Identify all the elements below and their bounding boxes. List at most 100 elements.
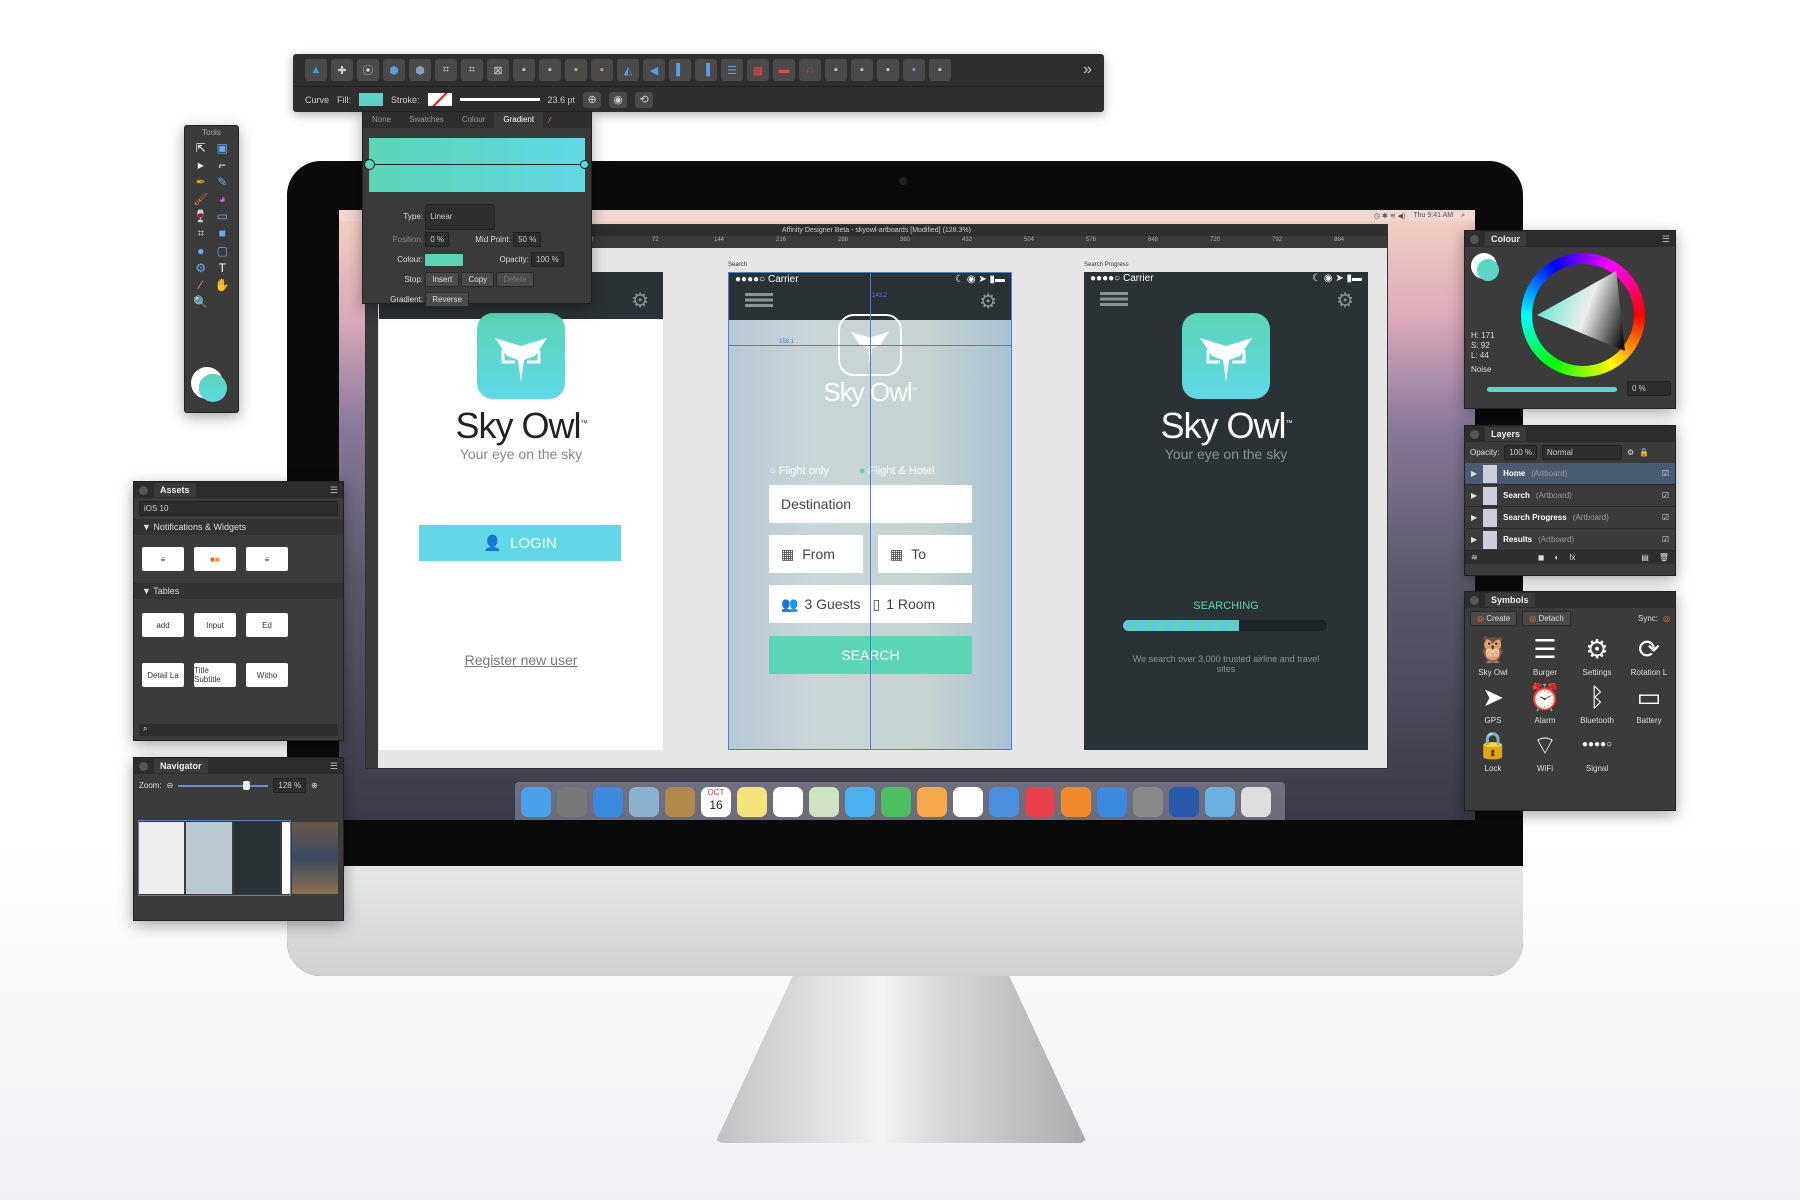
dock-itunes-icon[interactable] — [1025, 787, 1055, 817]
rotate-right-icon[interactable]: ▐ — [695, 59, 717, 81]
colour-picker-tool-icon[interactable]: ⁄ — [191, 278, 211, 292]
copy-stop-button[interactable]: Copy — [461, 272, 495, 287]
more-tools-icon[interactable]: » — [1083, 61, 1092, 79]
dock-keynote-icon[interactable] — [989, 787, 1019, 817]
layer-opacity[interactable]: 100 % — [1504, 445, 1538, 460]
asset-item[interactable]: ■ ■ — [194, 547, 236, 571]
asset-search-input[interactable]: ⌕ — [139, 724, 338, 736]
insert-stop-button[interactable]: Insert — [425, 272, 460, 287]
new-layer-icon[interactable]: ▤ — [1641, 553, 1649, 562]
boolean-add-icon[interactable]: ⬢ — [383, 59, 405, 81]
expand-icon[interactable]: ▶ — [1471, 469, 1477, 478]
grid-icon[interactable]: ▦ — [747, 59, 769, 81]
create-symbol-button[interactable]: ◎ Create — [1470, 611, 1518, 626]
stroke-width-value[interactable]: 23.6 pt — [548, 95, 576, 105]
midpoint-field[interactable]: 50 % — [513, 232, 542, 247]
layers-icon[interactable]: ≋ — [1471, 553, 1478, 562]
dock-maps-icon[interactable] — [809, 787, 839, 817]
close-icon[interactable] — [139, 485, 148, 495]
section-header[interactable]: ▼ Tables — [134, 583, 343, 599]
transform-icon[interactable]: ⟲ — [635, 91, 654, 108]
viewport-rect[interactable] — [138, 820, 291, 896]
asset-item[interactable]: Title Subtitle — [194, 663, 236, 687]
dock-facetime-icon[interactable] — [881, 787, 911, 817]
panel-menu-icon[interactable]: ☰ — [330, 761, 338, 772]
type-select[interactable]: Linear — [425, 204, 496, 230]
dock-finder-icon[interactable] — [521, 787, 551, 817]
add-icon[interactable]: ▪ — [825, 59, 847, 81]
arrange-forward-icon[interactable]: ▪ — [565, 59, 587, 81]
ellipse-tool-icon[interactable]: ● — [191, 244, 211, 258]
opacity-field[interactable]: 100 % — [531, 252, 564, 267]
subtract-icon[interactable]: ▪ — [851, 59, 873, 81]
snap-to-icon[interactable]: ▬ — [773, 59, 795, 81]
gradient-preview[interactable] — [364, 138, 589, 192]
dock-numbers-icon[interactable] — [953, 787, 983, 817]
snapping-magnet-icon[interactable]: ∩ — [799, 59, 821, 81]
divide-icon[interactable]: ▪ — [929, 59, 951, 81]
flip-horizontal-icon[interactable]: ◭ — [617, 59, 639, 81]
hand-tool-icon[interactable]: ✋ — [213, 278, 233, 292]
symbol-signal[interactable]: ●●●●○ Signal — [1573, 729, 1621, 773]
dock-pages-icon[interactable] — [917, 787, 947, 817]
symbol-settings[interactable]: ⚙ Settings — [1573, 633, 1621, 677]
noise-value[interactable]: 0 % — [1627, 381, 1671, 396]
layer-row[interactable]: ▶ Search Progress (Artboard) ☑ — [1465, 507, 1675, 529]
detach-symbol-button[interactable]: ◎ Detach — [1522, 611, 1571, 626]
dock-mail-icon[interactable] — [629, 787, 659, 817]
register-link[interactable]: Register new user — [379, 652, 663, 668]
arrange-front-icon[interactable]: ▪ — [591, 59, 613, 81]
dock-notes-icon[interactable] — [737, 787, 767, 817]
symbol-lock[interactable]: 🔒 Lock — [1469, 729, 1517, 773]
affinity-persona-icon[interactable]: ▲ — [305, 59, 327, 81]
asset-item[interactable]: ≡ — [142, 547, 184, 571]
dock-reminders-icon[interactable] — [773, 787, 803, 817]
gradient-stop-start[interactable] — [364, 159, 375, 170]
artboard-search[interactable]: ●●●●○ Carrier ☾ ◉ ➤ ▮▬ ⚙ Sky Owl™ ○ Fligh… — [728, 272, 1012, 750]
tab-gradient[interactable]: Gradient — [494, 112, 544, 128]
fill-stroke-swatch[interactable] — [199, 374, 227, 402]
flip-vertical-icon[interactable]: ◀ — [643, 59, 665, 81]
dock-app-store-icon[interactable] — [1097, 787, 1127, 817]
dock-safari-icon[interactable] — [593, 787, 623, 817]
layer-row[interactable]: ▶ Home (Artboard) ☑ — [1465, 463, 1675, 485]
tab-swatches[interactable]: Swatches — [400, 112, 453, 128]
artboard-search-progress[interactable]: ●●●●○ Carrier ☾ ◉ ➤ ▮▬ ⚙ Sky Owl™ Your ey… — [1084, 272, 1368, 750]
stroke-width-slider[interactable] — [459, 98, 540, 101]
login-button[interactable]: 👤 LOGIN — [419, 525, 621, 561]
pen-tool-icon[interactable]: ✒ — [191, 175, 211, 189]
settings-icon[interactable]: ⚙ — [979, 289, 997, 314]
dock-downloads-icon[interactable] — [1205, 787, 1235, 817]
crop-tool-icon[interactable]: ⌗ — [191, 226, 211, 241]
place-image-tool-icon[interactable]: ▭ — [213, 209, 233, 223]
text-tool-icon[interactable]: T — [213, 261, 233, 275]
vertical-ruler[interactable] — [366, 248, 378, 768]
symbol-burger[interactable]: ☰ Burger — [1521, 633, 1569, 677]
expand-icon[interactable]: ▶ — [1471, 535, 1477, 544]
artboard-home[interactable]: ⚙ Sky Owl™ Your eye on the sky 👤 LOGIN Re… — [379, 272, 663, 750]
section-header[interactable]: ▼ Notifications & Widgets — [134, 519, 343, 535]
close-icon[interactable] — [1470, 429, 1479, 439]
vector-brush-tool-icon[interactable]: 🖌 — [191, 192, 211, 206]
dock-launchpad-icon[interactable] — [557, 787, 587, 817]
symbol-sky-owl[interactable]: 🦉 Sky Owl — [1469, 633, 1517, 677]
transform-icon[interactable]: ⊠ — [487, 59, 509, 81]
dock-affinity-designer-icon[interactable] — [1169, 787, 1199, 817]
gradient-stop-end[interactable] — [580, 160, 589, 169]
layer-row[interactable]: ▶ Results (Artboard) ☑ — [1465, 529, 1675, 551]
artboard-tool-icon[interactable]: ▣ — [213, 141, 233, 155]
move-tool-icon[interactable]: ⇱ — [191, 141, 211, 155]
combine-icon[interactable]: ▪ — [903, 59, 925, 81]
dock-messages-icon[interactable] — [845, 787, 875, 817]
rectangle-tool-icon[interactable]: ■ — [213, 226, 233, 241]
arrange-backward-icon[interactable]: ▪ — [539, 59, 561, 81]
fill-swatch[interactable] — [1477, 259, 1499, 281]
expand-icon[interactable]: ▶ — [1471, 491, 1477, 500]
stroke-swatch[interactable] — [427, 93, 452, 106]
spotlight-icon[interactable]: ⌕ — [1461, 212, 1465, 220]
close-icon[interactable] — [139, 761, 148, 771]
arrange-back-icon[interactable]: ▪ — [513, 59, 535, 81]
tab-none[interactable]: None — [363, 112, 400, 128]
zoom-in-icon[interactable]: ⊕ — [311, 781, 318, 790]
settings-icon[interactable]: ⚙ — [1336, 288, 1354, 313]
